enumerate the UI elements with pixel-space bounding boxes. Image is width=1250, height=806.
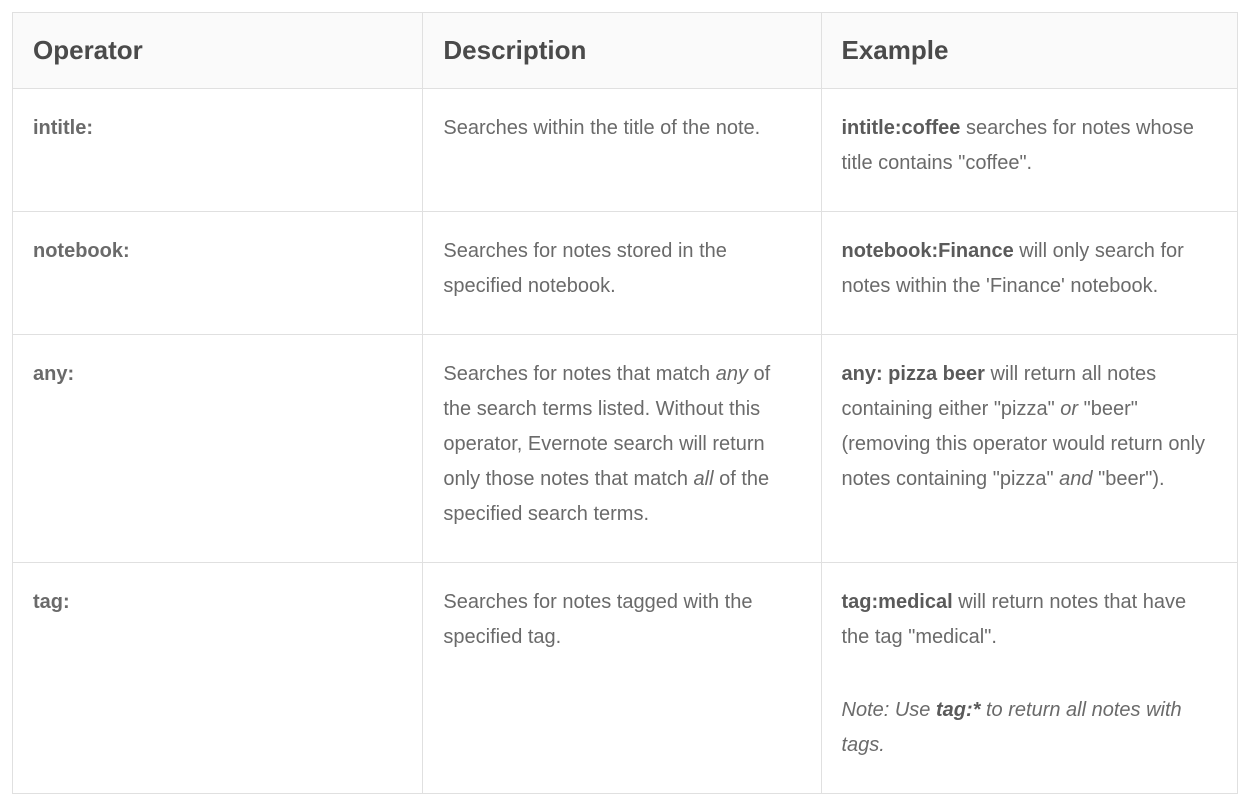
example-cell: notebook:Finance will only search for no… (821, 212, 1238, 335)
header-example: Example (821, 13, 1238, 89)
table-row: notebook: Searches for notes stored in t… (13, 212, 1238, 335)
table-header-row: Operator Description Example (13, 13, 1238, 89)
operator-cell: notebook: (13, 212, 423, 335)
header-description: Description (423, 13, 821, 89)
italic-text: all (694, 468, 714, 490)
table-row: tag: Searches for notes tagged with the … (13, 563, 1238, 794)
description-cell: Searches for notes tagged with the speci… (423, 563, 821, 794)
operator-cell: any: (13, 335, 423, 563)
search-operators-table: Operator Description Example intitle: Se… (12, 12, 1238, 794)
description-cell: Searches for notes that match any of the… (423, 335, 821, 563)
operator-cell: intitle: (13, 89, 423, 212)
example-bold: intitle:coffee (842, 117, 961, 139)
operator-cell: tag: (13, 563, 423, 794)
header-operator: Operator (13, 13, 423, 89)
description-cell: Searches for notes stored in the specifi… (423, 212, 821, 335)
italic-text: or (1060, 398, 1083, 420)
example-bold: any: pizza beer (842, 363, 985, 385)
table-row: intitle: Searches within the title of th… (13, 89, 1238, 212)
italic-text: any (716, 363, 748, 385)
table-row: any: Searches for notes that match any o… (13, 335, 1238, 563)
example-cell: any: pizza beer will return all notes co… (821, 335, 1238, 563)
italic-text: and (1059, 468, 1098, 490)
example-bold: notebook:Finance (842, 240, 1014, 262)
description-cell: Searches within the title of the note. (423, 89, 821, 212)
note-bold: tag:* (936, 699, 980, 721)
example-cell: intitle:coffee searches for notes whose … (821, 89, 1238, 212)
example-bold: tag:medical (842, 591, 953, 613)
example-note: Note: Use tag:* to return all notes with… (842, 693, 1218, 763)
example-cell: tag:medical will return notes that have … (821, 563, 1238, 794)
